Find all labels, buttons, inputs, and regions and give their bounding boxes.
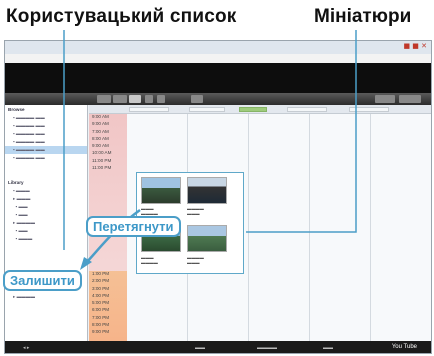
- thumbnails-label: Мініатюри: [314, 6, 412, 27]
- video-thumbnail[interactable]: [187, 225, 227, 252]
- library-item[interactable]: ▸ ▬▬▬▬: [5, 219, 87, 227]
- time-cell: 11:00 PM: [92, 157, 112, 163]
- library-item[interactable]: ▪ ▬▬: [5, 211, 87, 219]
- time-cell: 9:00 PM: [92, 329, 110, 335]
- user-list-label: Користувацький список: [6, 6, 237, 27]
- time-column-evening: 1:00 PM 2:00 PM 3:00 PM 4:00 PM 5:00 PM …: [89, 271, 127, 341]
- sidebar-heading-library: Library: [8, 180, 24, 185]
- thumbnail-caption: ▬▬▬▬▬▬▬: [141, 255, 158, 265]
- sidebar-user-list: Browse ▪ ▬▬▬▬ ▬▬ ▪ ▬▬▬▬ ▬▬ ▪ ▬▬▬▬ ▬▬ ▪ ▬…: [5, 105, 88, 341]
- time-cell: 7:00 AM: [92, 128, 109, 134]
- toolbar-button-3[interactable]: [145, 95, 153, 103]
- drag-callout: Перетягнути: [86, 216, 181, 237]
- thumbnail-caption: ▬▬▬▬▬▬▬: [187, 255, 204, 265]
- thumbnail-caption: ▬▬▬▬▬▬▬: [141, 206, 158, 216]
- leave-callout: Залишити: [3, 270, 82, 291]
- toolbar-button-4[interactable]: [157, 95, 165, 103]
- date-box[interactable]: [287, 107, 327, 112]
- video-thumbnail[interactable]: [187, 177, 227, 204]
- library-item[interactable]: ▪ ▬▬▬: [5, 187, 87, 195]
- toolbar-button-right-2[interactable]: [399, 95, 421, 103]
- time-cell: 5:00 PM: [92, 300, 110, 306]
- sidebar-item[interactable]: ▪ ▬▬▬▬ ▬▬: [5, 122, 87, 130]
- window-titlebar: ■ ■ ✕: [5, 41, 431, 54]
- menu-bar[interactable]: [5, 54, 431, 63]
- youtube-upload-button[interactable]: You Tube: [392, 344, 417, 350]
- toolbar-button-1[interactable]: [97, 95, 111, 103]
- date-box[interactable]: [129, 107, 169, 112]
- app-banner: [5, 63, 431, 93]
- toolbar-button-5[interactable]: [191, 95, 203, 103]
- toolbar-button-2[interactable]: [113, 95, 127, 103]
- time-cell: 9:00 AM: [92, 143, 109, 149]
- time-cell: 2:00 PM: [92, 278, 110, 284]
- video-thumbnail[interactable]: [141, 177, 181, 204]
- time-cell: 4:00 PM: [92, 292, 110, 298]
- time-cell: 3:00 PM: [92, 285, 110, 291]
- bottom-control[interactable]: ▬▬: [195, 345, 205, 351]
- time-cell: 9:00 AM: [92, 121, 109, 127]
- bottom-control[interactable]: ▬▬: [323, 345, 333, 351]
- sidebar-item[interactable]: ▪ ▬▬▬▬ ▬▬: [5, 114, 87, 122]
- calendar-header: [89, 105, 431, 114]
- time-cell: 1:00 PM: [92, 271, 110, 276]
- date-box[interactable]: [349, 107, 389, 112]
- date-box-active[interactable]: [239, 107, 267, 112]
- toolbar: [5, 93, 431, 105]
- sidebar-heading-browse: Browse: [8, 107, 25, 112]
- time-cell: 8:00 PM: [92, 322, 110, 328]
- library-item[interactable]: ▸ ▬▬▬: [5, 195, 87, 203]
- bottom-bar: ◂ ▸ ▬▬ ▬▬▬▬ ▬▬ You Tube: [5, 341, 431, 353]
- time-cell: 8:00 AM: [92, 135, 109, 141]
- date-box[interactable]: [189, 107, 225, 112]
- thumbnail-caption: ▬▬▬▬▬▬▬: [187, 206, 204, 216]
- sidebar-item[interactable]: ▪ ▬▬▬▬ ▬▬: [5, 154, 87, 162]
- library-item[interactable]: ▪ ▬▬: [5, 227, 87, 235]
- bottom-control[interactable]: ◂ ▸: [23, 345, 29, 351]
- toolbar-button-view-selected[interactable]: [129, 95, 141, 103]
- library-item[interactable]: ▸ ▬▬▬▬: [5, 293, 87, 301]
- library-item[interactable]: ▪ ▬▬: [5, 203, 87, 211]
- time-cell: 10:00 AM: [92, 150, 112, 156]
- time-cell: 7:00 PM: [92, 314, 110, 320]
- sidebar-item[interactable]: ▪ ▬▬▬▬ ▬▬: [5, 130, 87, 138]
- time-cell: 11:00 PM: [92, 165, 112, 171]
- bottom-control[interactable]: ▬▬▬▬: [257, 345, 277, 351]
- library-item[interactable]: ▪ ▬▬▬: [5, 235, 87, 243]
- window-controls[interactable]: ■ ■ ✕: [403, 42, 427, 50]
- time-cell: 6:00 PM: [92, 307, 110, 313]
- sidebar-item-selected[interactable]: ▪ ▬▬▬▬ ▬▬: [5, 146, 87, 154]
- time-cell: 9:00 AM: [92, 114, 109, 119]
- toolbar-button-right-1[interactable]: [375, 95, 395, 103]
- sidebar-item[interactable]: ▪ ▬▬▬▬ ▬▬: [5, 138, 87, 146]
